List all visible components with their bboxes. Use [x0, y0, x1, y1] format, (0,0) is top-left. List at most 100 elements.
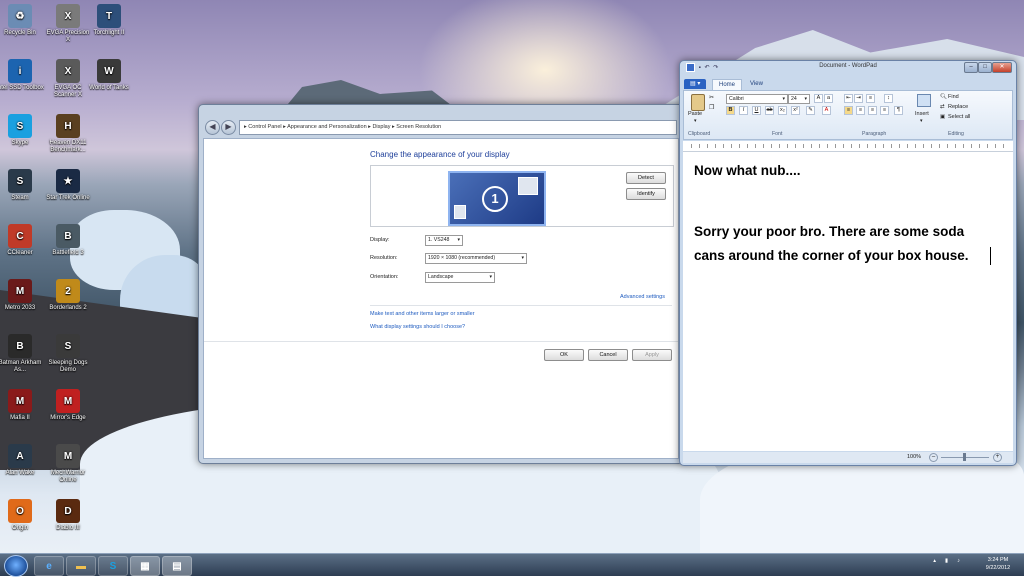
justify-icon[interactable]: ≡: [880, 106, 889, 115]
resolution-select[interactable]: 1920 × 1080 (recommended) ▾: [425, 253, 527, 264]
underline-button[interactable]: U: [752, 106, 761, 115]
display-help-link[interactable]: What display settings should I choose?: [370, 324, 465, 330]
superscript-button[interactable]: x²: [791, 106, 800, 115]
tray-arrow-icon[interactable]: ▴: [933, 557, 936, 565]
taskbar-explorer-icon[interactable]: ▬: [66, 556, 96, 576]
app-icon: X: [56, 4, 80, 28]
strikethrough-button[interactable]: ab: [765, 106, 774, 115]
desktop-icon[interactable]: B Battlefield 3: [44, 224, 92, 257]
desktop-icon[interactable]: ★ Star Trek Online: [44, 169, 92, 202]
font-family-select[interactable]: Calibri ▾: [726, 94, 788, 104]
minimize-button[interactable]: –: [964, 62, 978, 73]
align-center-icon[interactable]: ≡: [856, 106, 865, 115]
select-all-button[interactable]: Select all: [948, 114, 970, 120]
maximize-button[interactable]: □: [978, 62, 992, 73]
paste-button-label[interactable]: Paste: [688, 111, 702, 117]
screen-resolution-window[interactable]: ◀ ▶ ▸ Control Panel ▸ Appearance and Per…: [198, 104, 684, 464]
highlight-icon[interactable]: ✎: [806, 106, 815, 115]
desktop-icon[interactable]: M Mafia II: [0, 389, 44, 422]
desktop-icon[interactable]: S Sleeping Dogs Demo: [44, 334, 92, 374]
identify-button[interactable]: Identify: [626, 188, 666, 200]
chevron-down-icon: ▾: [489, 274, 492, 280]
taskbar-internet-explorer-icon[interactable]: e: [34, 556, 64, 576]
subscript-button[interactable]: x₂: [778, 106, 787, 115]
desktop-icon[interactable]: M Metro 2033: [0, 279, 44, 312]
cancel-button[interactable]: Cancel: [588, 349, 628, 361]
tab-home[interactable]: Home: [712, 79, 743, 90]
increase-indent-icon[interactable]: ⇥: [854, 94, 863, 103]
chevron-down-icon: ▾: [521, 255, 524, 261]
cut-icon[interactable]: ✂: [709, 94, 714, 101]
desktop-icon-label: Diablo III: [56, 525, 80, 531]
select-all-icon[interactable]: ▣: [940, 114, 945, 120]
insert-picture-icon[interactable]: [917, 94, 931, 107]
desktop-icon[interactable]: M MechWarrior Online: [44, 444, 92, 484]
line-spacing-icon[interactable]: ↕: [884, 94, 893, 103]
desktop-icon[interactable]: W World of Tanks: [85, 59, 133, 92]
desktop-icon[interactable]: ♻ Recycle Bin: [0, 4, 44, 37]
find-icon[interactable]: 🔍︎: [940, 94, 947, 100]
detect-button[interactable]: Detect: [626, 172, 666, 184]
text-size-link[interactable]: Make text and other items larger or smal…: [370, 311, 475, 317]
zoom-in-icon[interactable]: +: [993, 453, 1002, 462]
desktop-icon[interactable]: S Steam: [0, 169, 44, 202]
decrease-indent-icon[interactable]: ⇤: [844, 94, 853, 103]
font-color-icon[interactable]: A: [822, 106, 831, 115]
orientation-select[interactable]: Landscape ▾: [425, 272, 495, 283]
network-icon[interactable]: ▮: [945, 557, 948, 565]
desktop-icon[interactable]: D Diablo III: [44, 499, 92, 532]
find-button[interactable]: Find: [948, 94, 959, 100]
align-right-icon[interactable]: ≡: [868, 106, 877, 115]
bold-button[interactable]: B: [726, 106, 735, 115]
ruler[interactable]: [683, 141, 1013, 152]
ok-button[interactable]: OK: [544, 349, 584, 361]
window-thumbnail-icon: [454, 205, 466, 219]
italic-button[interactable]: I: [739, 106, 748, 115]
forward-icon[interactable]: ▶: [221, 120, 236, 135]
insert-button-label[interactable]: Insert: [915, 111, 929, 117]
copy-icon[interactable]: ❐: [709, 104, 714, 111]
back-icon[interactable]: ◀: [205, 120, 220, 135]
align-left-icon[interactable]: ≡: [844, 106, 853, 115]
system-tray: ▴ ▮ ♪ 3:24 PM 9/22/2012: [933, 556, 1018, 572]
tab-view[interactable]: View: [744, 79, 769, 89]
display-select[interactable]: 1. VS248 ▾: [425, 235, 463, 246]
taskbar-skype-icon[interactable]: S: [98, 556, 128, 576]
advanced-settings-link[interactable]: Advanced settings: [620, 294, 665, 300]
paragraph-settings-icon[interactable]: ¶: [894, 106, 903, 115]
shrink-font-icon[interactable]: a: [824, 94, 833, 103]
clock[interactable]: 3:24 PM 9/22/2012: [978, 556, 1018, 572]
bullet-list-icon[interactable]: ≡: [866, 94, 875, 103]
desktop-icon[interactable]: i Intel SSD Toolbox: [0, 59, 44, 92]
desktop-icon[interactable]: O Origin: [0, 499, 44, 532]
desktop-icon[interactable]: A Alan Wake: [0, 444, 44, 477]
desktop-icon[interactable]: T Torchlight II: [85, 4, 133, 37]
grow-font-icon[interactable]: A: [814, 94, 823, 103]
wordpad-window[interactable]: ▪ ↶ ↷ Document - WordPad – □ ✕ ▤ ▾ Home …: [679, 60, 1017, 466]
paste-icon[interactable]: [691, 94, 705, 111]
desktop-icon[interactable]: C CCleaner: [0, 224, 44, 257]
zoom-out-icon[interactable]: –: [929, 453, 938, 462]
font-size-select[interactable]: 24 ▾: [788, 94, 810, 104]
desktop-icon[interactable]: H Heaven DX11 Benchmark...: [44, 114, 92, 154]
replace-button[interactable]: Replace: [948, 104, 968, 110]
desktop-icon[interactable]: 2 Borderlands 2: [44, 279, 92, 312]
monitor-1-preview[interactable]: 1: [448, 171, 546, 226]
start-button[interactable]: [4, 555, 28, 577]
zoom-slider-thumb[interactable]: [963, 453, 966, 461]
desktop-icon[interactable]: B Batman Arkham As...: [0, 334, 44, 374]
breadcrumb[interactable]: ▸ Control Panel ▸ Appearance and Persona…: [239, 120, 677, 135]
file-menu-button[interactable]: ▤ ▾: [684, 79, 707, 89]
app-icon: B: [8, 334, 32, 358]
resolution-select-value: 1920 × 1080 (recommended): [428, 255, 496, 261]
desktop-icon[interactable]: S Skype: [0, 114, 44, 147]
replace-icon[interactable]: ⇄: [940, 104, 945, 110]
document-page[interactable]: Now what nub.... Sorry your poor bro. Th…: [683, 152, 1013, 451]
close-button[interactable]: ✕: [992, 62, 1012, 73]
desktop-icon[interactable]: M Mirror's Edge: [44, 389, 92, 422]
apply-button[interactable]: Apply: [632, 349, 672, 361]
volume-icon[interactable]: ♪: [957, 557, 960, 565]
app-icon: C: [8, 224, 32, 248]
taskbar-wordpad-icon[interactable]: ▤: [162, 556, 192, 576]
taskbar-control-panel-icon[interactable]: ▦: [130, 556, 160, 576]
